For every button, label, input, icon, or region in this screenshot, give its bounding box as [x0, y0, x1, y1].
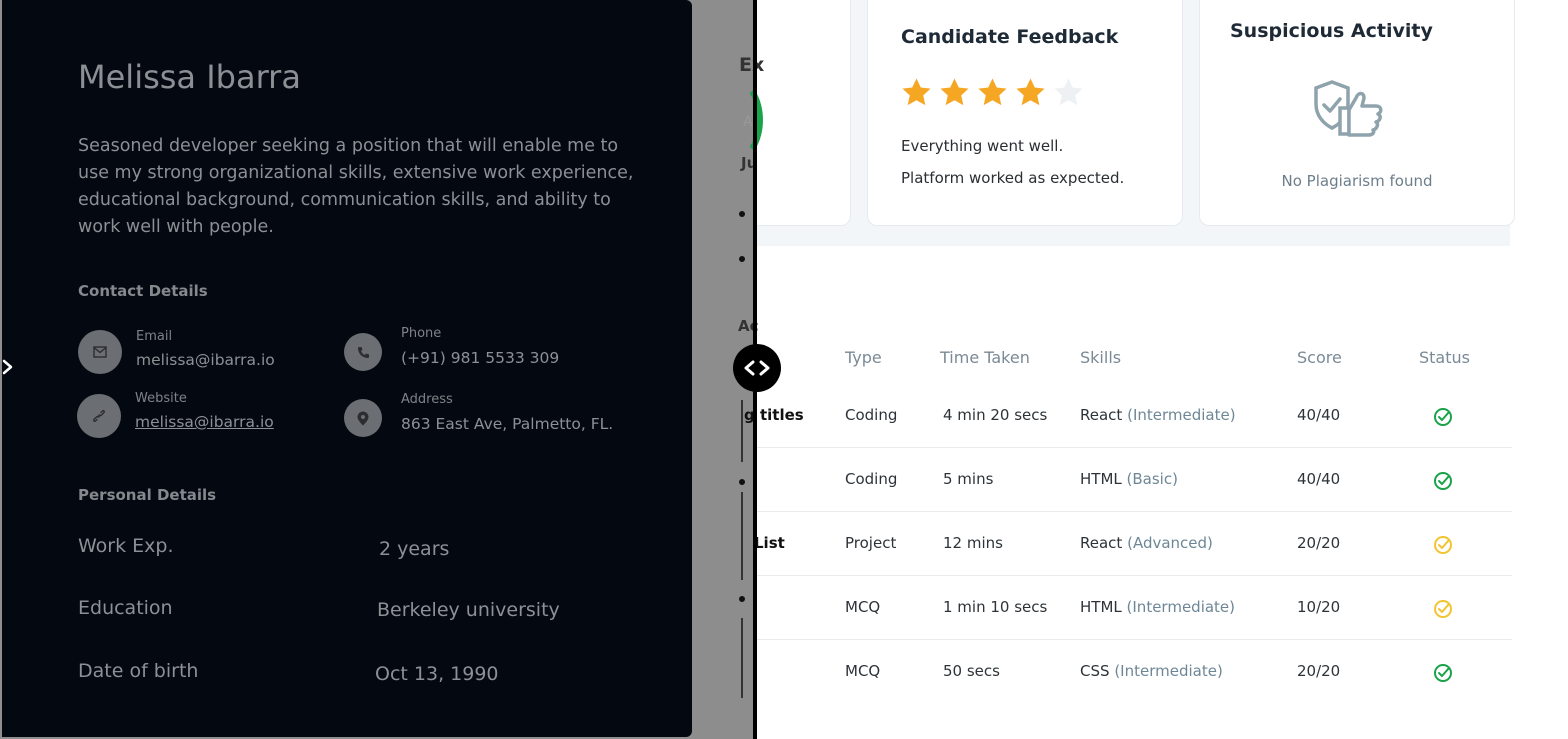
experience-card: Ex A Ju — [739, 0, 851, 226]
email-value[interactable]: melissa@ibarra.io — [136, 351, 275, 369]
address-label: Address — [401, 392, 453, 407]
shield-thumbs-up-icon — [1314, 80, 1383, 137]
task-score: 20/20 — [1297, 662, 1341, 680]
skill-level: (Intermediate) — [1127, 406, 1236, 424]
task-skill: HTML (Basic) — [1080, 470, 1178, 488]
col-time-taken: Time Taken — [940, 348, 1030, 367]
email-icon — [78, 330, 122, 374]
timeline-line — [741, 400, 743, 462]
timeline-dot — [739, 596, 745, 602]
skill-level: (Intermediate) — [1126, 598, 1236, 616]
phone-icon — [344, 333, 382, 371]
personal-details-title: Personal Details — [78, 486, 217, 504]
candidate-bio: Seasoned developer seeking a position th… — [78, 136, 634, 237]
status-complete-icon — [1434, 664, 1452, 682]
status-complete-icon — [1434, 472, 1452, 490]
experience-card-title: Ex — [739, 54, 765, 76]
table-row[interactable]: Coding 5 mins HTML (Basic) 40/40 — [757, 448, 1512, 512]
task-time: 1 min 10 secs — [943, 598, 1048, 616]
task-skill: React (Intermediate) — [1080, 406, 1236, 424]
col-skills: Skills — [1080, 348, 1122, 367]
timeline-dot — [739, 479, 745, 485]
task-time: 4 min 20 secs — [943, 406, 1048, 424]
skill-level: (Intermediate) — [1114, 662, 1223, 680]
address-value: 863 East Ave, Palmetto, FL. — [401, 415, 614, 433]
task-skill: CSS (Intermediate) — [1080, 662, 1223, 680]
website-label: Website — [135, 391, 187, 406]
star-icon — [1016, 78, 1045, 106]
location-pin-icon — [344, 399, 382, 437]
star-icon — [940, 78, 969, 106]
feedback-line-1: Everything went well. — [901, 137, 1064, 155]
candidate-feedback-title: Candidate Feedback — [901, 26, 1119, 48]
skill-name: HTML — [1080, 598, 1122, 616]
work-exp-value: 2 years — [379, 538, 450, 560]
status-partial-icon — [1434, 600, 1452, 618]
feedback-line-2: Platform worked as expected. — [901, 169, 1125, 187]
col-score: Score — [1297, 348, 1342, 367]
phone-label: Phone — [401, 326, 442, 341]
tasks-table-header: Type Time Taken Skills Score Status — [757, 348, 1512, 372]
link-icon — [77, 394, 121, 438]
education-value: Berkeley university — [377, 599, 560, 621]
task-time: 50 secs — [943, 662, 1000, 680]
chevron-right-icon[interactable] — [2, 358, 14, 376]
work-exp-label: Work Exp. — [78, 535, 174, 557]
task-type: Project — [845, 534, 897, 552]
status-complete-icon — [1434, 408, 1452, 426]
star-icon — [978, 78, 1007, 106]
email-label: Email — [136, 329, 173, 344]
task-time: 5 mins — [943, 470, 994, 488]
table-row[interactable]: List Project 12 mins React (Advanced) 20… — [754, 512, 1512, 576]
task-title: List — [754, 534, 785, 552]
code-arrows-icon — [744, 360, 770, 376]
timeline-dot — [739, 211, 745, 217]
phone-value: (+91) 981 5533 309 — [401, 349, 560, 367]
star-empty-icon — [1054, 78, 1083, 106]
skill-name: React — [1080, 534, 1123, 552]
task-type: Coding — [845, 406, 898, 424]
skill-level: (Advanced) — [1127, 534, 1213, 552]
table-row[interactable]: MCQ 1 min 10 secs HTML (Intermediate) 10… — [757, 576, 1512, 640]
education-label: Education — [78, 597, 173, 619]
timeline-line — [741, 618, 743, 698]
table-row[interactable]: g titles Coding 4 min 20 secs React (Int… — [744, 384, 1512, 448]
task-score: 40/40 — [1297, 406, 1341, 424]
table-row[interactable]: MCQ 50 secs CSS (Intermediate) 20/20 — [757, 640, 1512, 704]
timeline-line — [741, 492, 743, 580]
contact-details-title: Contact Details — [78, 282, 208, 300]
task-skill: HTML (Intermediate) — [1080, 598, 1235, 616]
task-time: 12 mins — [943, 534, 1003, 552]
task-score: 40/40 — [1297, 470, 1341, 488]
skill-name: HTML — [1080, 470, 1122, 488]
col-type: Type — [845, 348, 882, 367]
skill-name: React — [1080, 406, 1123, 424]
dob-value: Oct 13, 1990 — [375, 663, 499, 685]
task-skill: React (Advanced) — [1080, 534, 1213, 552]
website-link[interactable]: melissa@ibarra.io — [135, 413, 274, 431]
suspicious-activity-card: Suspicious Activity No Plagiarism found — [1199, 0, 1515, 226]
col-status: Status — [1419, 348, 1470, 367]
status-partial-icon — [1434, 536, 1452, 554]
dob-label: Date of birth — [78, 660, 199, 682]
candidate-name: Melissa Ibarra — [78, 58, 301, 96]
suspicious-activity-title: Suspicious Activity — [1230, 20, 1433, 42]
task-score: 20/20 — [1297, 534, 1341, 552]
timeline-dot — [739, 256, 745, 262]
task-type: MCQ — [845, 598, 881, 616]
plagiarism-status: No Plagiarism found — [1281, 172, 1433, 190]
skill-name: CSS — [1080, 662, 1110, 680]
resize-handle[interactable] — [733, 344, 781, 392]
candidate-profile-panel: Melissa Ibarra Seasoned developer seekin… — [2, 0, 692, 737]
summary-cards-strip: Ex A Ju Candidate Feedback Everything we… — [739, 0, 1515, 246]
candidate-feedback-card: Candidate Feedback Everything went well.… — [867, 0, 1183, 226]
task-type: Coding — [845, 470, 898, 488]
task-score: 10/20 — [1297, 598, 1341, 616]
rating-stars — [900, 76, 1085, 109]
star-icon — [902, 78, 931, 106]
task-type: MCQ — [845, 662, 881, 680]
skill-level: (Basic) — [1126, 470, 1178, 488]
